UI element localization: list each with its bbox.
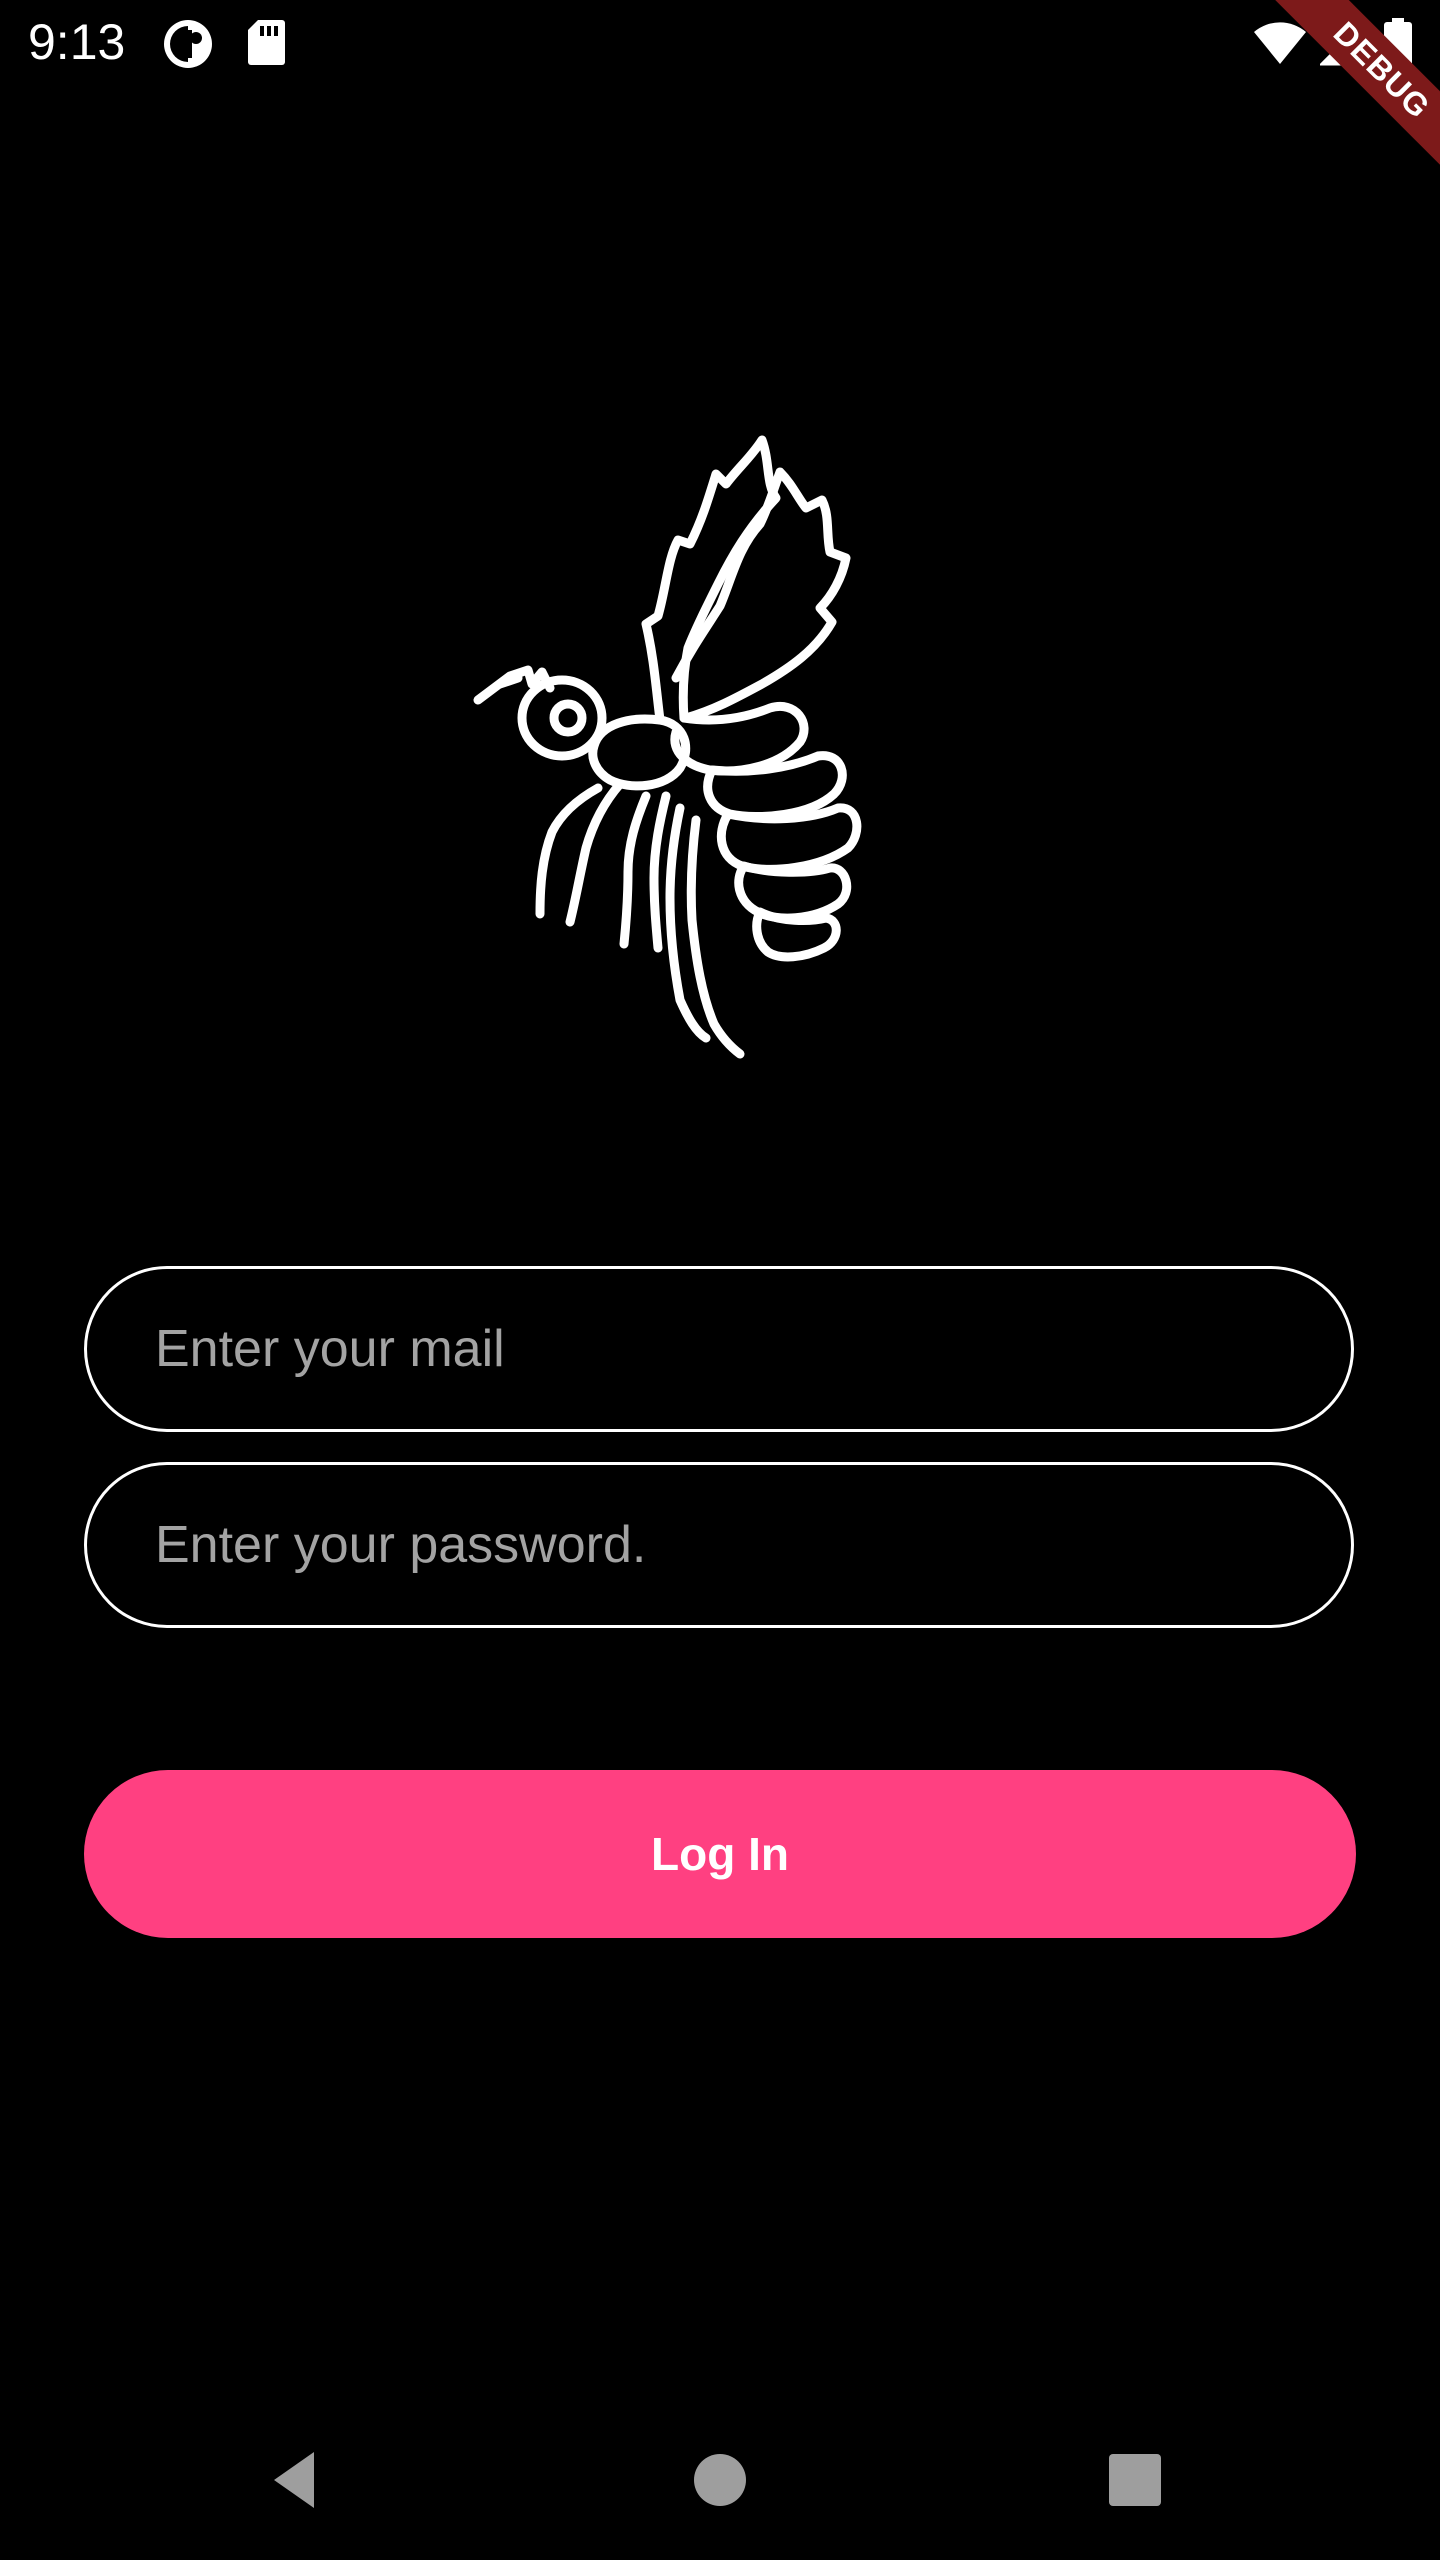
- email-input[interactable]: [155, 1319, 1351, 1379]
- status-bar: 9:13 DEBUG: [0, 0, 1440, 195]
- status-time: 9:13: [28, 14, 126, 70]
- email-field[interactable]: [84, 1266, 1354, 1432]
- login-button[interactable]: Log In: [84, 1770, 1356, 1938]
- home-icon[interactable]: [680, 2440, 760, 2520]
- debug-banner: DEBUG: [1240, 0, 1440, 200]
- debug-label: DEBUG: [1257, 0, 1440, 195]
- recents-icon[interactable]: [1095, 2440, 1175, 2520]
- password-field[interactable]: [84, 1462, 1354, 1628]
- sd-card-icon: [246, 18, 286, 71]
- back-icon[interactable]: [260, 2440, 340, 2520]
- password-input[interactable]: [155, 1515, 1351, 1575]
- bee-icon: [470, 428, 910, 1068]
- data-saver-icon: [162, 18, 214, 75]
- navigation-bar: [0, 2400, 1440, 2560]
